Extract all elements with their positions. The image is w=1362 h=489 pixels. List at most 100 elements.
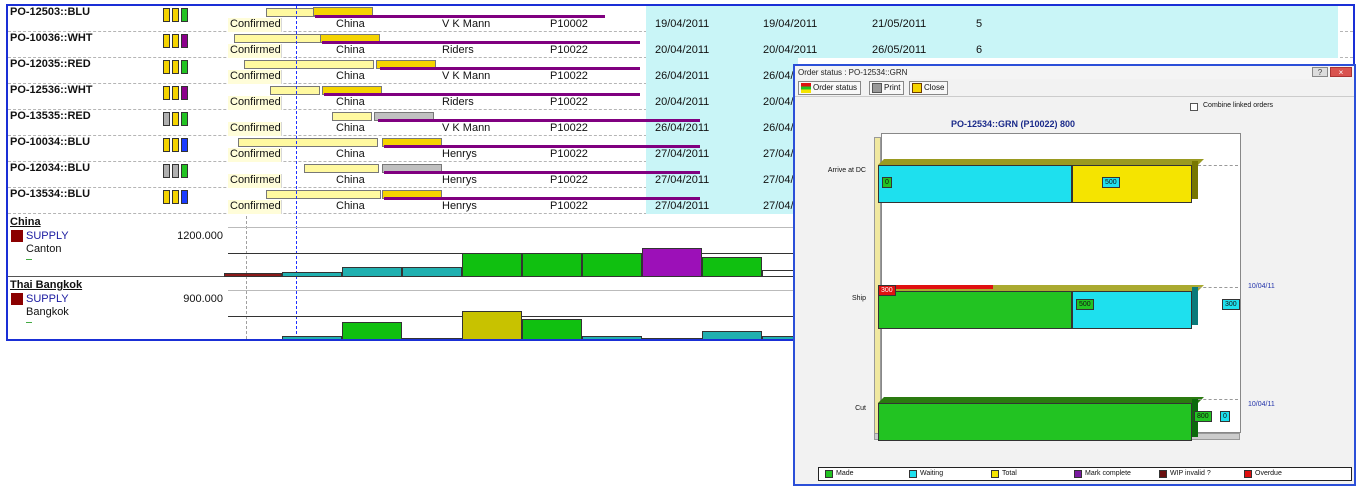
- date-cell: 20/04/2011: [655, 44, 710, 56]
- order-status-cell[interactable]: Confirmed: [228, 148, 282, 162]
- date-cell: 27/04/: [763, 148, 794, 160]
- status-swatch: [181, 112, 188, 126]
- reference-line: [1198, 287, 1238, 288]
- status-swatch: [181, 60, 188, 74]
- order-row[interactable]: PO-12503::BLU Confirmed China V K Mann P1000…: [8, 6, 1353, 32]
- status-swatch: [163, 60, 170, 74]
- gantt-bar[interactable]: [304, 164, 379, 173]
- close-door-icon: [912, 83, 922, 93]
- po-number[interactable]: PO-13534::BLU: [10, 188, 90, 200]
- status-swatch: [163, 112, 170, 126]
- close-button[interactable]: Close: [909, 81, 949, 95]
- status-swatch: [163, 190, 170, 204]
- close-window-button[interactable]: ×: [1330, 67, 1352, 77]
- gantt-bar[interactable]: [234, 34, 324, 43]
- stage-name: Ship: [851, 295, 866, 302]
- gantt-progress-line: [322, 41, 640, 44]
- legend-label: Total: [1002, 470, 1017, 477]
- reference-line: [1198, 399, 1238, 400]
- dialog-toolbar: Order status Print Close: [795, 79, 1354, 97]
- po-number[interactable]: PO-10034::BLU: [10, 136, 90, 148]
- date-cell: 21/05/2011: [872, 18, 927, 30]
- supply-region-title[interactable]: Thai Bangkok: [10, 279, 82, 291]
- date-cell: 20/04/2011: [763, 44, 818, 56]
- vendor-cell: Riders: [442, 44, 474, 56]
- po-number[interactable]: PO-13535::RED: [10, 110, 91, 122]
- date-cell: 27/04/2011: [655, 174, 710, 186]
- country-cell: China: [336, 44, 365, 56]
- vendor-cell: V K Mann: [442, 18, 491, 30]
- gantt-progress-line: [384, 171, 700, 174]
- count-cell: 5: [976, 18, 983, 30]
- stage-date: 10/04/11: [1248, 401, 1275, 408]
- gantt-bar[interactable]: [266, 190, 381, 199]
- dialog-titlebar[interactable]: Order status : PO-12534::GRN ? ×: [795, 66, 1354, 79]
- help-button[interactable]: ?: [1312, 67, 1328, 77]
- po-number[interactable]: PO-12035::RED: [10, 58, 91, 70]
- po-number[interactable]: PO-10036::WHT: [10, 32, 93, 44]
- capacity-bar: [582, 336, 642, 339]
- reference-line: [1198, 165, 1238, 166]
- legend-swatch: [909, 470, 917, 478]
- gantt-bar[interactable]: [238, 138, 378, 147]
- bar-side-face: [1192, 161, 1198, 199]
- po-number[interactable]: PO-12034::BLU: [10, 162, 90, 174]
- vendor-cell: Henrys: [442, 174, 477, 186]
- status-swatch: [163, 138, 170, 152]
- po-number[interactable]: PO-12536::WHT: [10, 84, 93, 96]
- legend-label: Made: [836, 470, 854, 477]
- gantt-bar[interactable]: [332, 112, 372, 121]
- made-segment: [878, 291, 1072, 329]
- legend-swatch: [991, 470, 999, 478]
- capacity-bar: [522, 253, 582, 277]
- supply-marker: [26, 322, 32, 323]
- status-swatch: [172, 112, 179, 126]
- supply-region-title[interactable]: China: [10, 216, 41, 228]
- gantt-bar[interactable]: [244, 60, 374, 69]
- capacity-baseline: [228, 290, 803, 291]
- status-swatch: [172, 164, 179, 178]
- dialog-title: Order status : PO-12534::GRN: [798, 68, 908, 77]
- vendor-cell: Henrys: [442, 148, 477, 160]
- status-swatch: [181, 8, 188, 22]
- count-cell: 6: [976, 44, 983, 56]
- status-swatch: [181, 86, 188, 100]
- order-status-cell[interactable]: Confirmed: [228, 200, 282, 214]
- capacity-bar: [462, 311, 522, 339]
- country-cell: China: [336, 96, 365, 108]
- legend-label: WIP invalid ?: [1170, 470, 1211, 477]
- gantt-bar[interactable]: [266, 8, 316, 17]
- capacity-baseline: [228, 227, 803, 228]
- date-cell: 27/04/2011: [655, 200, 710, 212]
- supply-color-swatch: [11, 293, 23, 305]
- plan-cell: P10022: [550, 174, 588, 186]
- order-status-cell[interactable]: Confirmed: [228, 122, 282, 136]
- order-status-cell[interactable]: Confirmed: [228, 18, 282, 32]
- order-status-cell[interactable]: Confirmed: [228, 70, 282, 84]
- plan-cell: P10022: [550, 70, 588, 82]
- order-status-button[interactable]: Order status: [798, 81, 862, 95]
- chart-title: PO-12534::GRN (P10022) 800: [950, 119, 1076, 129]
- legend-item: Mark complete: [1074, 470, 1131, 478]
- order-status-cell[interactable]: Confirmed: [228, 96, 282, 110]
- gantt-progress-line: [384, 197, 700, 200]
- status-swatch: [163, 34, 170, 48]
- order-status-cell[interactable]: Confirmed: [228, 44, 282, 58]
- date-cell: 26/05/2011: [872, 44, 927, 56]
- gantt-bar[interactable]: [270, 86, 320, 95]
- status-swatch: [163, 86, 170, 100]
- made-value-label: 800: [1194, 411, 1212, 422]
- country-cell: China: [336, 18, 365, 30]
- po-number[interactable]: PO-12503::BLU: [10, 6, 90, 18]
- order-row[interactable]: PO-10036::WHT Confirmed China Riders P10022 2…: [8, 32, 1353, 58]
- supply-capacity-value: 1200.000: [177, 230, 223, 242]
- date-cell: 27/04/: [763, 174, 794, 186]
- print-button[interactable]: Print: [869, 81, 905, 95]
- status-swatch: [163, 8, 170, 22]
- gantt-progress-line: [380, 67, 640, 70]
- capacity-bar: [582, 253, 642, 277]
- capacity-bar: [702, 257, 762, 277]
- country-cell: China: [336, 148, 365, 160]
- order-status-cell[interactable]: Confirmed: [228, 174, 282, 188]
- country-cell: China: [336, 70, 365, 82]
